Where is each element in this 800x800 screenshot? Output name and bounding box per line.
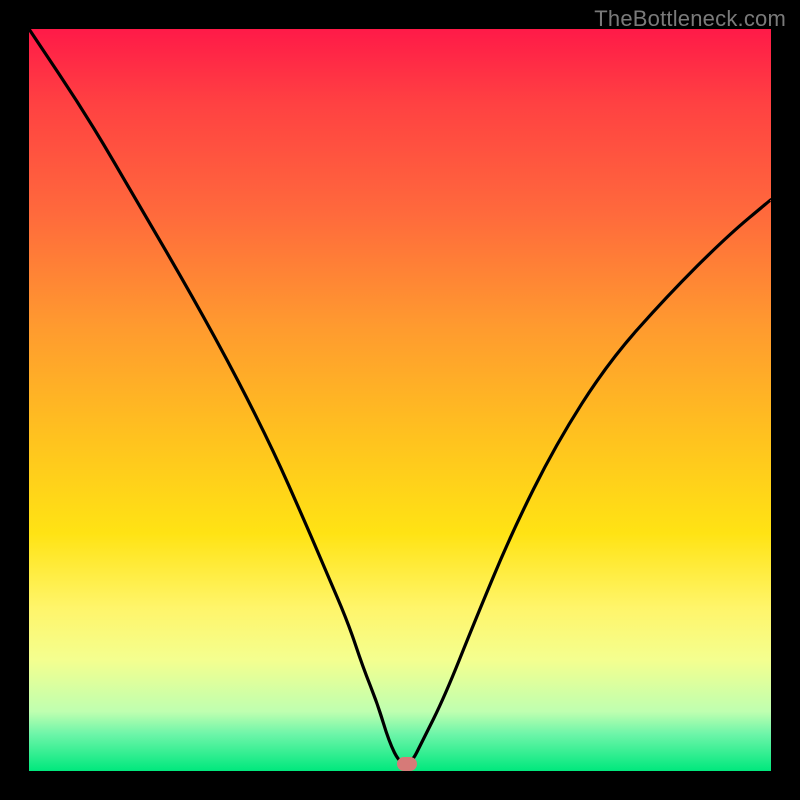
curve-path: [29, 29, 771, 764]
bottleneck-curve: [29, 29, 771, 771]
optimum-marker: [397, 757, 417, 771]
chart-container: TheBottleneck.com: [0, 0, 800, 800]
watermark-text: TheBottleneck.com: [594, 6, 786, 32]
plot-area: [29, 29, 771, 771]
